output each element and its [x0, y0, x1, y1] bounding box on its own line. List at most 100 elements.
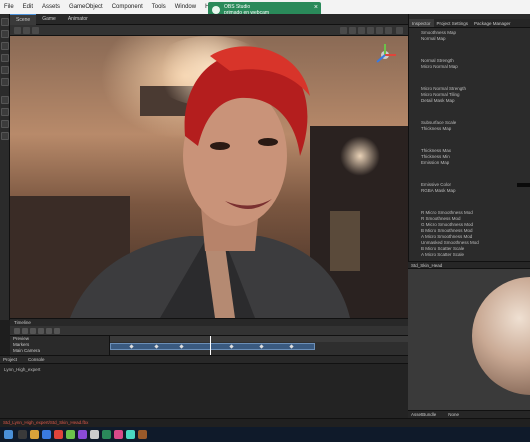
tab-package-manager[interactable]: Package Manager	[471, 19, 514, 27]
menu-window[interactable]: Window	[175, 4, 196, 10]
assetbundle-label: AssetBundle	[411, 412, 437, 417]
app-icon[interactable]	[54, 430, 63, 439]
lighting-toggle-icon[interactable]	[358, 27, 365, 34]
unity-icon[interactable]	[90, 430, 99, 439]
app-icon[interactable]	[78, 430, 87, 439]
gizmos-icon[interactable]	[385, 27, 392, 34]
prop-label: R Micro Smoothness Mod	[421, 210, 473, 215]
obs-icon[interactable]	[102, 430, 111, 439]
project-tab-bar: Project Console	[0, 355, 408, 364]
inspector-tab-bar: Inspector Project Settings Package Manag…	[409, 19, 530, 28]
tab-project[interactable]: Project	[3, 357, 17, 362]
prop-label: Micro Normal Map	[421, 64, 458, 69]
obs-icon	[212, 6, 220, 14]
project-path[interactable]: Lynn_High_expert	[4, 367, 40, 372]
inspector-panel: Inspector Project Settings Package Manag…	[408, 14, 530, 261]
menu-file[interactable]: File	[4, 4, 14, 10]
2d-toggle-icon[interactable]	[349, 27, 356, 34]
tab-game[interactable]: Game	[36, 14, 62, 25]
folder-icon[interactable]	[30, 430, 39, 439]
tab-project-settings[interactable]: Project Settings	[434, 19, 472, 27]
effects-icon[interactable]	[376, 27, 383, 34]
timeline-tracks: Preview Markers Main Camera	[10, 336, 408, 355]
prop-label: Thickness Max	[421, 148, 452, 153]
light-icon[interactable]	[1, 96, 9, 104]
tab-console[interactable]: Console	[28, 357, 45, 362]
pivot-toggle-icon[interactable]	[14, 27, 21, 34]
prop-label: Micro Normal Strength	[421, 86, 467, 91]
menu-tools[interactable]: Tools	[152, 4, 166, 10]
status-bar: Std_Lynn_High_expert/Std_Skin_Head.fbx	[0, 418, 530, 427]
grid-snap-icon[interactable]	[32, 27, 39, 34]
menu-edit[interactable]: Edit	[23, 4, 33, 10]
assetbundle-value[interactable]: None	[448, 411, 459, 418]
skip-start-icon[interactable]	[14, 328, 20, 334]
menu-assets[interactable]: Assets	[42, 4, 60, 10]
scale-tool-icon[interactable]	[1, 54, 9, 62]
character-figure	[70, 46, 350, 318]
grid-icon[interactable]	[1, 120, 9, 128]
tab-scene[interactable]: Scene	[10, 13, 37, 25]
menu-component[interactable]: Component	[112, 4, 143, 10]
tab-animator[interactable]: Animator	[62, 14, 94, 25]
rotate-tool-icon[interactable]	[1, 42, 9, 50]
scene-toolbar	[10, 25, 408, 36]
prop-label: A Micro Scatter Scale	[421, 252, 465, 257]
audio-icon[interactable]	[1, 132, 9, 140]
app-icon[interactable]	[126, 430, 135, 439]
animation-clip[interactable]	[110, 343, 315, 350]
prop-label: RGBA Mask Map	[421, 188, 456, 193]
rect-tool-icon[interactable]	[1, 66, 9, 74]
move-tool-icon[interactable]	[1, 30, 9, 38]
preview-title: Std_Skin_Head	[411, 263, 443, 268]
prop-label: B Micro Scatter Scale	[421, 246, 465, 251]
skip-end-icon[interactable]	[46, 328, 52, 334]
taskbar	[0, 427, 530, 442]
search-icon[interactable]	[18, 430, 27, 439]
transform-tool-icon[interactable]	[1, 78, 9, 86]
prop-label: Detail Mask Map	[421, 98, 455, 103]
timeline-tab: Timeline	[10, 318, 408, 326]
timeline-ruler[interactable]	[110, 336, 408, 342]
prev-frame-icon[interactable]	[22, 328, 28, 334]
app-icon[interactable]	[66, 430, 75, 439]
orientation-gizmo[interactable]	[372, 42, 398, 68]
prop-label: Micro Normal Tiling	[421, 92, 460, 97]
scene-viewport[interactable]	[10, 36, 408, 318]
playhead[interactable]	[210, 336, 211, 355]
app-icon[interactable]	[114, 430, 123, 439]
material-preview[interactable]	[408, 269, 530, 410]
prop-label: Thickness Min	[421, 154, 450, 159]
prop-label: Normal Map	[421, 36, 446, 41]
prop-label: Subsurface Scale	[421, 120, 457, 125]
prop-label: Smoothness Map	[421, 30, 457, 35]
prop-label: A Micro Smoothness Mod	[421, 234, 473, 239]
hand-tool-icon[interactable]	[1, 18, 9, 26]
start-icon[interactable]	[4, 430, 13, 439]
global-toggle-icon[interactable]	[23, 27, 30, 34]
search-icon[interactable]	[396, 27, 403, 34]
app-icon[interactable]	[138, 430, 147, 439]
close-icon[interactable]: ×	[314, 4, 318, 11]
tab-inspector[interactable]: Inspector	[409, 19, 434, 27]
draw-mode-icon[interactable]	[340, 27, 347, 34]
track-list: Preview Markers Main Camera	[10, 336, 110, 355]
browser-icon[interactable]	[42, 430, 51, 439]
prop-label: Emissive Color	[421, 182, 452, 187]
emissive-color-swatch[interactable]	[517, 183, 530, 187]
next-frame-icon[interactable]	[38, 328, 44, 334]
prop-label: Normal Strength	[421, 58, 454, 63]
prop-label: G Micro Smoothness Mod	[421, 222, 474, 227]
camera-icon[interactable]	[1, 108, 9, 116]
timeline-title[interactable]: Timeline	[14, 320, 31, 325]
prop-label: Thickness Map	[421, 126, 452, 131]
track-label[interactable]: Main Camera	[10, 348, 109, 354]
play-icon[interactable]	[30, 328, 36, 334]
prop-label: Unmasked Smoothness Mod	[421, 240, 479, 245]
scene-tab-bar: Scene Game Animator	[10, 13, 408, 25]
audio-toggle-icon[interactable]	[367, 27, 374, 34]
loop-icon[interactable]	[54, 328, 60, 334]
tool-palette	[0, 14, 10, 320]
menu-gameobject[interactable]: GameObject	[69, 4, 103, 10]
status-text: Std_Lynn_High_expert/Std_Skin_Head.fbx	[3, 420, 89, 425]
